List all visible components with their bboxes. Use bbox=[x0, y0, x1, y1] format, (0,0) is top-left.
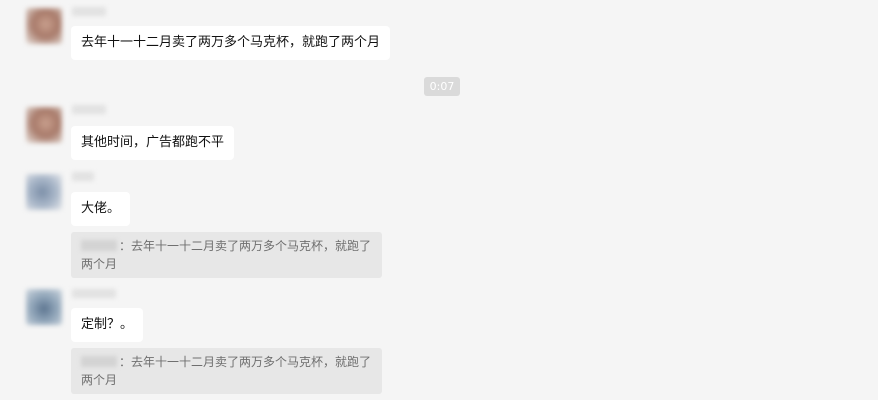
avatar[interactable] bbox=[26, 289, 62, 325]
avatar[interactable] bbox=[26, 174, 62, 210]
message-bubble[interactable]: 大佬。 bbox=[71, 192, 131, 226]
avatar[interactable] bbox=[26, 8, 62, 44]
message-bubble[interactable]: 其他时间，广告都跑不平 bbox=[71, 126, 235, 160]
avatar[interactable] bbox=[26, 107, 62, 143]
quote-text: ：去年十一十二月卖了两万多个马克杯，就跑了 bbox=[119, 239, 372, 253]
quoted-message[interactable]: ：去年十一十二月卖了两万多个马克杯，就跑了 两个月 bbox=[71, 348, 382, 394]
quoted-sender-name bbox=[81, 240, 117, 251]
quote-text: ：去年十一十二月卖了两万多个马克杯，就跑了 bbox=[119, 355, 372, 369]
message-bubble[interactable]: 定制？。 bbox=[71, 308, 144, 342]
quote-text: 两个月 bbox=[81, 257, 118, 271]
sender-name bbox=[72, 7, 106, 16]
quote-text: 两个月 bbox=[81, 373, 118, 387]
timestamp-chip: 0:07 bbox=[424, 77, 460, 96]
message-bubble[interactable]: 去年十一十二月卖了两万多个马克杯，就跑了两个月 bbox=[71, 26, 391, 60]
sender-name bbox=[72, 289, 116, 298]
quoted-sender-name bbox=[81, 356, 117, 367]
sender-name bbox=[72, 172, 94, 181]
quoted-message[interactable]: ：去年十一十二月卖了两万多个马克杯，就跑了 两个月 bbox=[71, 232, 382, 278]
sender-name bbox=[72, 105, 106, 114]
chat-area: 去年十一十二月卖了两万多个马克杯，就跑了两个月 0:07 其他时间，广告都跑不平… bbox=[0, 0, 878, 400]
